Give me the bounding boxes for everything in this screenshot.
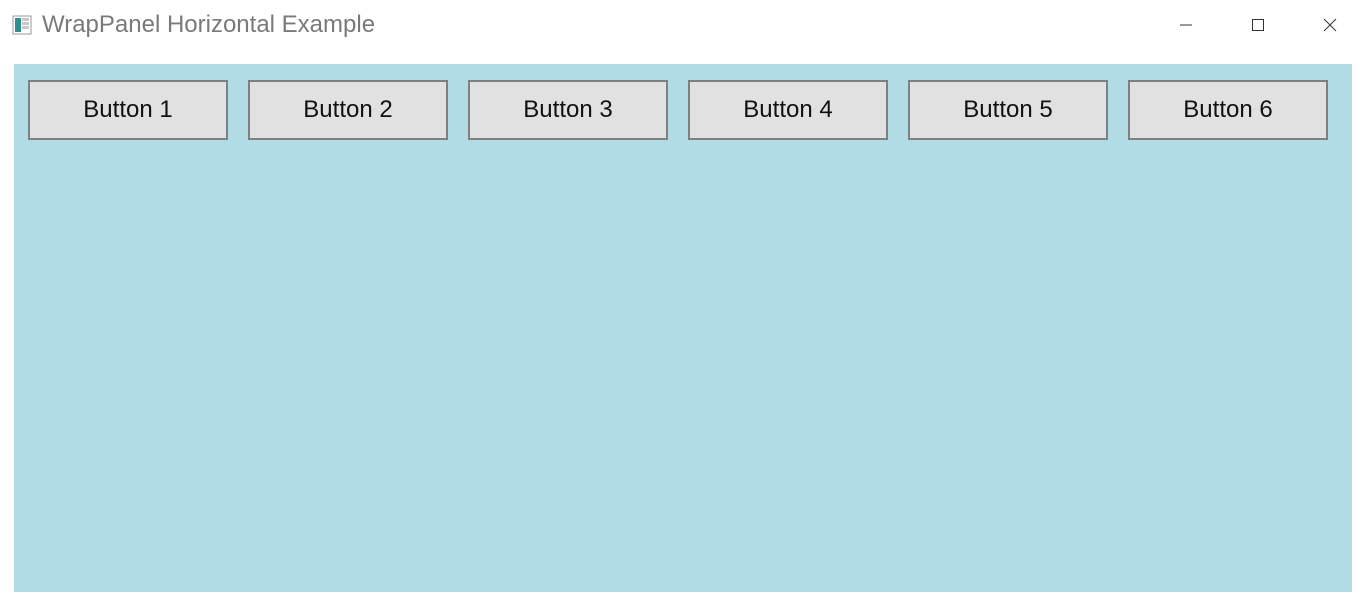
button-2[interactable]: Button 2 <box>248 80 448 140</box>
titlebar: WrapPanel Horizontal Example <box>0 0 1366 50</box>
button-3[interactable]: Button 3 <box>468 80 668 140</box>
button-4[interactable]: Button 4 <box>688 80 888 140</box>
window-controls <box>1150 0 1366 50</box>
app-icon <box>10 13 34 37</box>
button-6[interactable]: Button 6 <box>1128 80 1328 140</box>
client-area: Button 1 Button 2 Button 3 Button 4 Butt… <box>0 50 1366 606</box>
window-title: WrapPanel Horizontal Example <box>42 11 375 39</box>
button-1[interactable]: Button 1 <box>28 80 228 140</box>
button-5[interactable]: Button 5 <box>908 80 1108 140</box>
maximize-button[interactable] <box>1222 0 1294 50</box>
minimize-button[interactable] <box>1150 0 1222 50</box>
wrap-panel: Button 1 Button 2 Button 3 Button 4 Butt… <box>14 64 1352 592</box>
close-button[interactable] <box>1294 0 1366 50</box>
